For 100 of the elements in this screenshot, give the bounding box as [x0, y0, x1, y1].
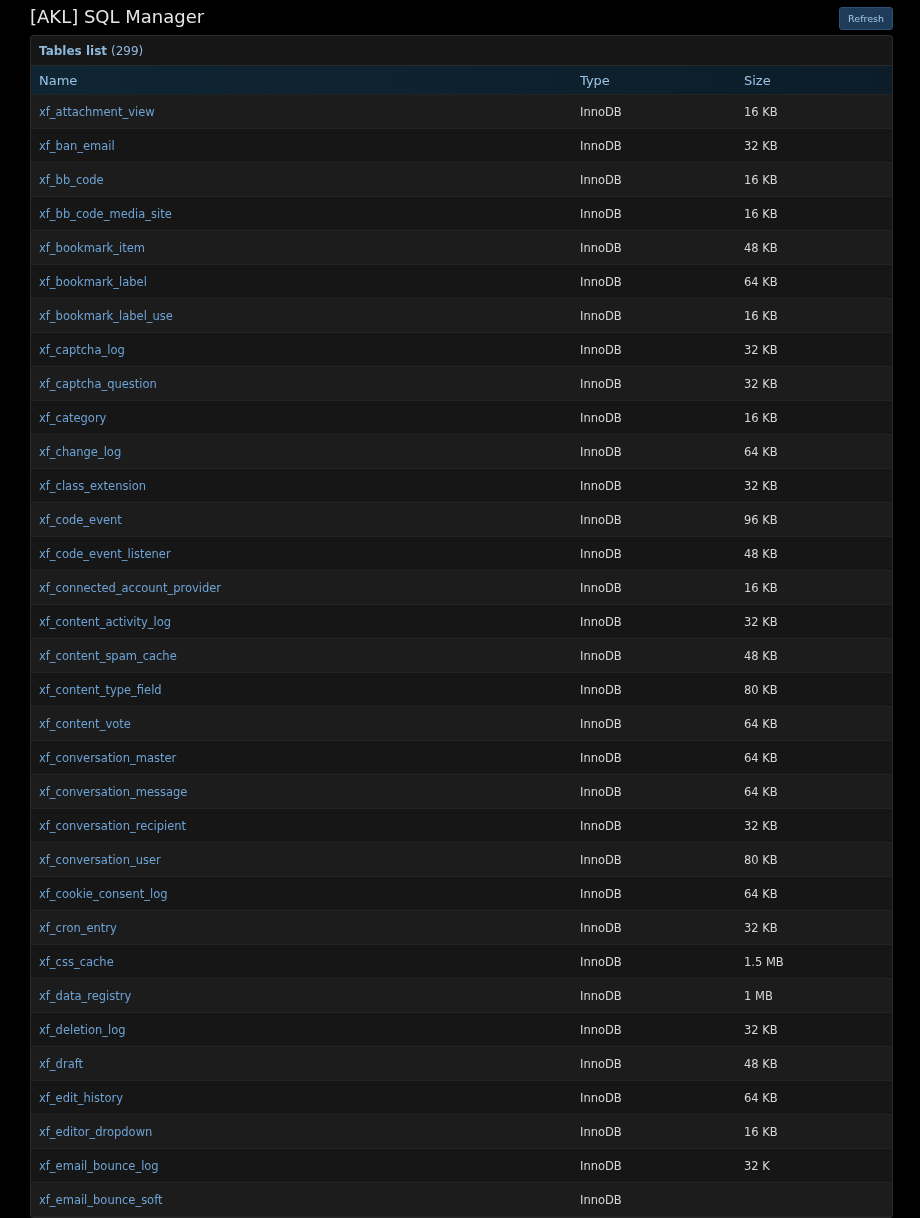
table-cell-text: 64 KB: [743, 716, 779, 731]
table-name-link[interactable]: xf_email_bounce_soft: [39, 1192, 163, 1207]
table-cell-text: InnoDB: [579, 308, 623, 323]
table-cell-text: 16 KB: [743, 104, 779, 119]
table-cell-text: InnoDB: [579, 1192, 623, 1207]
table-cell-text: 32 KB: [743, 138, 779, 153]
page-title: [AKL] SQL Manager: [30, 6, 205, 27]
table-cell-text: 64 KB: [743, 444, 779, 459]
table-cell-text: InnoDB: [579, 852, 623, 867]
table-name-link[interactable]: xf_bb_code: [39, 172, 104, 187]
table-name-link[interactable]: xf_conversation_master: [39, 750, 177, 765]
table-name-link[interactable]: xf_email_bounce_log: [39, 1158, 159, 1173]
table-cell-text: InnoDB: [579, 1090, 623, 1105]
table-cell-text: 1 MB: [743, 988, 774, 1003]
table-name-link[interactable]: xf_conversation_user: [39, 852, 161, 867]
table-name-link[interactable]: xf_captcha_question: [39, 376, 157, 391]
table-cell-text: 80 KB: [743, 852, 779, 867]
table-cell-text: InnoDB: [579, 1022, 623, 1037]
table-cell-text: InnoDB: [579, 886, 623, 901]
table-name-link[interactable]: xf_content_activity_log: [39, 614, 172, 629]
table-cell-text: 64 KB: [743, 750, 779, 765]
table-cell-text: InnoDB: [579, 750, 623, 765]
column-header: Type: [579, 72, 611, 88]
table-name-link[interactable]: xf_conversation_message: [39, 784, 188, 799]
table-cell-text: 64 KB: [743, 274, 779, 289]
table-cell-text: InnoDB: [579, 988, 623, 1003]
table-cell-text: InnoDB: [579, 784, 623, 799]
table-cell-text: InnoDB: [579, 614, 623, 629]
table-cell-text: 16 KB: [743, 206, 779, 221]
table-name-link[interactable]: xf_conversation_recipient: [39, 818, 187, 833]
table-cell-text: 32 KB: [743, 614, 779, 629]
table-name-link[interactable]: xf_content_type_field: [39, 682, 162, 697]
table-name-link[interactable]: xf_class_extension: [39, 478, 146, 493]
table-cell-text: InnoDB: [579, 920, 623, 935]
table-cell-text: 48 KB: [743, 546, 779, 561]
table-cell-text: InnoDB: [579, 172, 623, 187]
table-cell-text: InnoDB: [579, 274, 623, 289]
table-cell-text: 16 KB: [743, 580, 779, 595]
table-name-link[interactable]: xf_editor_dropdown: [39, 1124, 153, 1139]
table-cell-text: InnoDB: [579, 716, 623, 731]
table-cell-text: InnoDB: [579, 682, 623, 697]
table-cell-text: InnoDB: [579, 512, 623, 527]
table-name-link[interactable]: xf_css_cache: [39, 954, 114, 969]
table-name-link[interactable]: xf_data_registry: [39, 988, 132, 1003]
table-cell-text: 32 KB: [743, 342, 779, 357]
table-cell-text: 32 K: [743, 1158, 771, 1173]
table-cell-text: InnoDB: [579, 444, 623, 459]
table-cell-text: InnoDB: [579, 342, 623, 357]
column-header: Name: [38, 72, 79, 88]
table-cell-text: 96 KB: [743, 512, 779, 527]
table-cell-text: InnoDB: [579, 954, 623, 969]
table-cell-text: 32 KB: [743, 920, 779, 935]
table-cell-text: 16 KB: [743, 172, 779, 187]
table-cell-text: InnoDB: [579, 1158, 623, 1173]
table-cell-text: 48 KB: [743, 240, 779, 255]
table-cell-text: InnoDB: [579, 376, 623, 391]
table-name-link[interactable]: xf_bookmark_label_use: [39, 308, 173, 323]
table-name-link[interactable]: xf_connected_account_provider: [39, 580, 222, 595]
table-cell-text: 80 KB: [743, 682, 779, 697]
table-cell-text: 1.5 MB: [743, 954, 785, 969]
panel-title: Tables list: [39, 43, 107, 58]
table-name-link[interactable]: xf_edit_history: [39, 1090, 123, 1105]
table-name-link[interactable]: xf_attachment_view: [39, 104, 155, 119]
table-cell-text: InnoDB: [579, 1124, 623, 1139]
table-cell-text: 48 KB: [743, 648, 779, 663]
table-name-link[interactable]: xf_bookmark_item: [39, 240, 145, 255]
table-name-link[interactable]: xf_draft: [39, 1056, 84, 1071]
refresh-button[interactable]: Refresh: [839, 6, 893, 30]
table-cell-text: 64 KB: [743, 886, 779, 901]
table-name-link[interactable]: xf_content_vote: [39, 716, 131, 731]
table-name-link[interactable]: xf_code_event_listener: [39, 546, 171, 561]
table-name-link[interactable]: xf_deletion_log: [39, 1022, 126, 1037]
table-name-link[interactable]: xf_ban_email: [39, 138, 115, 153]
table-cell-text: 64 KB: [743, 1090, 779, 1105]
table-name-link[interactable]: xf_code_event: [39, 512, 122, 527]
table-cell-text: InnoDB: [579, 206, 623, 221]
table-count: (299): [111, 43, 144, 58]
table-cell-text: InnoDB: [579, 1056, 623, 1071]
table-cell-text: 32 KB: [743, 818, 779, 833]
table-name-link[interactable]: xf_content_spam_cache: [39, 648, 177, 663]
table-cell-text: 64 KB: [743, 784, 779, 799]
table-cell-text: 32 KB: [743, 1022, 779, 1037]
table-cell-text: InnoDB: [579, 478, 623, 493]
table-cell-text: InnoDB: [579, 818, 623, 833]
table-name-link[interactable]: xf_bb_code_media_site: [39, 206, 172, 221]
table-cell-text: InnoDB: [579, 138, 623, 153]
table-cell-text: 32 KB: [743, 478, 779, 493]
table-cell-text: 48 KB: [743, 1056, 779, 1071]
table-cell-text: 16 KB: [743, 308, 779, 323]
table-name-link[interactable]: xf_captcha_log: [39, 342, 125, 357]
table-cell-text: InnoDB: [579, 410, 623, 425]
table-cell-text: InnoDB: [579, 648, 623, 663]
table-cell-text: 16 KB: [743, 410, 779, 425]
table-name-link[interactable]: xf_bookmark_label: [39, 274, 147, 289]
table-cell-text: InnoDB: [579, 104, 623, 119]
table-name-link[interactable]: xf_cookie_consent_log: [39, 886, 168, 901]
column-header: Size: [743, 72, 772, 88]
table-name-link[interactable]: xf_cron_entry: [39, 920, 117, 935]
table-name-link[interactable]: xf_change_log: [39, 444, 122, 459]
table-name-link[interactable]: xf_category: [39, 410, 107, 425]
